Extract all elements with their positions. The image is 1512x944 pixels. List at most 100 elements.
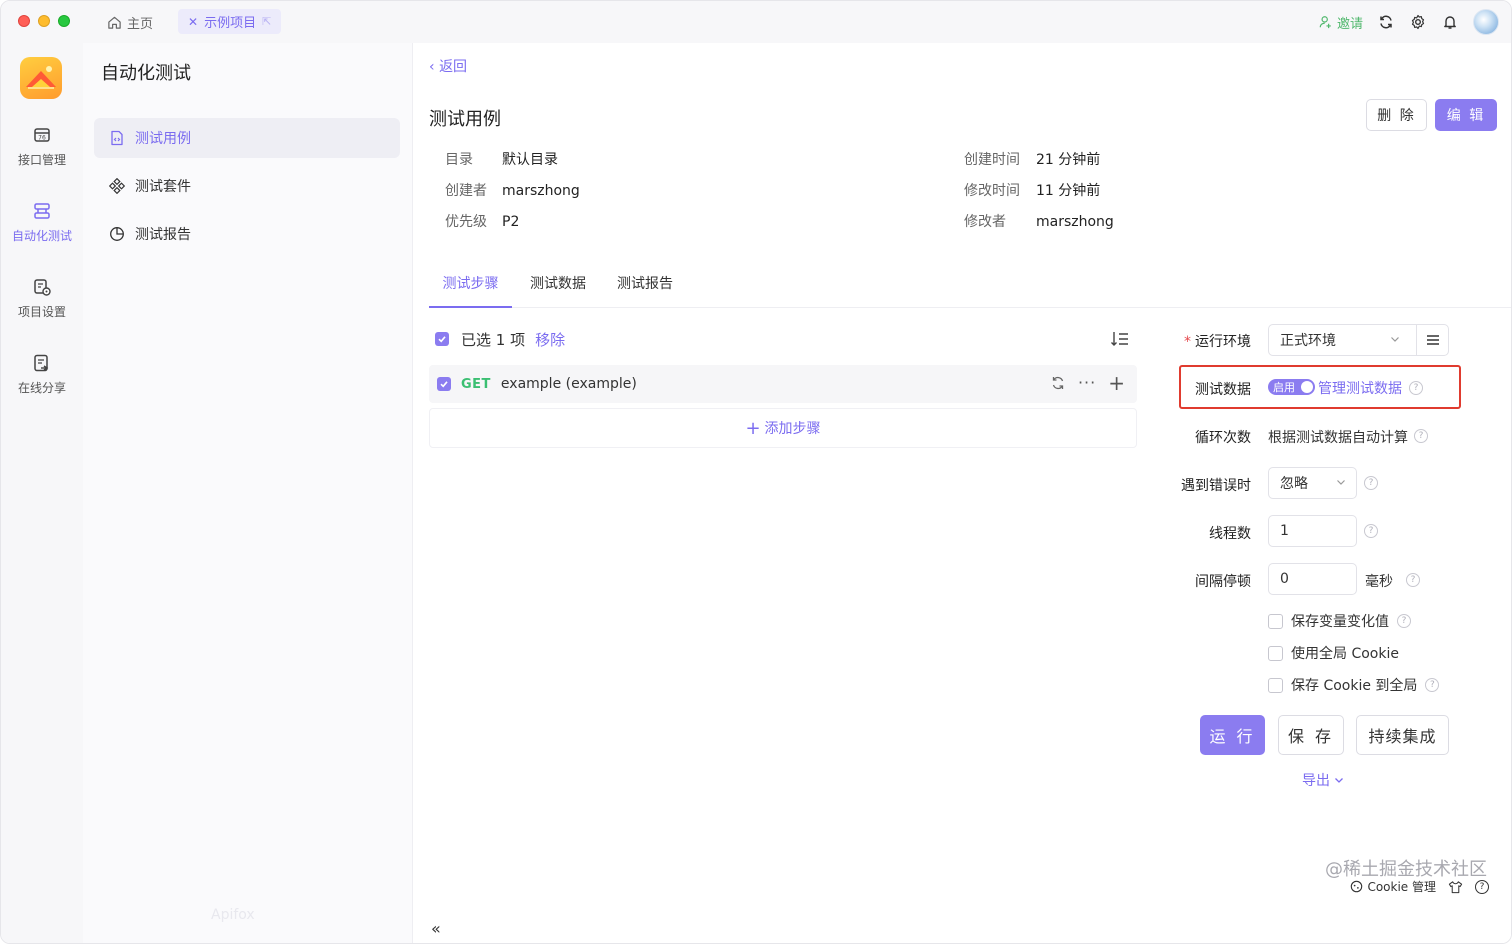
manage-test-data-link[interactable]: 管理测试数据 [1318, 378, 1402, 398]
on-error-label: 遇到错误时 [1181, 478, 1251, 494]
rail-item-api[interactable]: 76 接口管理 [1, 125, 83, 168]
step-name: example (example) [500, 376, 637, 392]
save-cookie-global-option[interactable]: 保存 Cookie 到全局 ? [1268, 675, 1440, 695]
tab-project-label: 示例项目 [204, 16, 257, 31]
rail-item-project-settings[interactable]: 项目设置 [1, 277, 83, 320]
home-icon [108, 16, 121, 29]
test-data-label: 测试数据 [1195, 382, 1251, 398]
tab-home[interactable]: 主页 [107, 10, 153, 34]
rail-item-label: 项目设置 [17, 305, 66, 319]
run-button[interactable]: 运 行 [1200, 715, 1265, 755]
title-bar: 主页 ✕ 示例项目 ⇱ 邀请 [1, 1, 1511, 43]
menu-icon [1426, 335, 1439, 345]
meta-priority: 优先级 P2 [445, 211, 519, 231]
meta-modified-time: 修改时间 11 分钟前 [964, 180, 1100, 200]
chevron-down-icon [1335, 778, 1343, 783]
share-icon [34, 354, 49, 372]
meta-key: 创建时间 [964, 152, 1020, 168]
help-circle-icon[interactable]: ? [1475, 879, 1489, 894]
toggle-label: 启用 [1273, 381, 1295, 394]
invite-button[interactable]: 邀请 [1319, 13, 1363, 32]
rail-item-label: 在线分享 [17, 381, 66, 395]
sidebar-item-test-reports[interactable]: 测试报告 [94, 214, 400, 254]
meta-key: 优先级 [445, 214, 487, 230]
select-all-checkbox[interactable] [435, 332, 449, 346]
remove-selected-link[interactable]: 移除 [535, 329, 565, 350]
env-manage-button[interactable] [1416, 324, 1448, 356]
rail-item-label: 接口管理 [17, 153, 66, 167]
save-var-changes-checkbox[interactable] [1268, 613, 1283, 629]
link-sync-icon[interactable] [1050, 375, 1066, 391]
interval-input[interactable]: 0 [1268, 563, 1357, 595]
option-label: 保存变量变化值 [1291, 614, 1389, 630]
close-window-button[interactable] [18, 15, 30, 27]
tab-project[interactable]: ✕ 示例项目 ⇱ [178, 9, 282, 34]
back-link[interactable]: ‹ 返回 [429, 56, 467, 76]
sidebar-faint-brand: Apifox [211, 907, 255, 923]
step-checkbox[interactable] [437, 377, 451, 391]
ci-button[interactable]: 持续集成 [1356, 715, 1449, 755]
interval-label: 间隔停顿 [1195, 574, 1251, 590]
add-step-button[interactable]: + 添加步骤 [429, 408, 1137, 448]
back-label: 返回 [439, 59, 468, 75]
meta-key: 修改时间 [964, 183, 1020, 199]
help-icon[interactable]: ? [1406, 573, 1420, 587]
rail-item-label: 自动化测试 [11, 229, 72, 243]
meta-value: P2 [502, 214, 520, 230]
plus-icon: + [745, 417, 761, 439]
close-tab-icon[interactable]: ✕ [188, 15, 198, 29]
help-icon[interactable]: ? [1364, 476, 1378, 490]
save-cookie-global-checkbox[interactable] [1268, 677, 1283, 693]
case-tabs: 测试步骤 测试数据 测试报告 [429, 266, 1511, 308]
rail-item-automation[interactable]: 自动化测试 [1, 201, 83, 244]
test-step-row[interactable]: GET example (example) ··· + [429, 365, 1137, 403]
add-user-icon [1319, 16, 1331, 29]
user-avatar[interactable] [1473, 9, 1499, 35]
tab-test-report[interactable]: 测试报告 [615, 266, 675, 308]
help-icon[interactable]: ? [1414, 429, 1428, 443]
more-icon[interactable]: ··· [1078, 375, 1096, 391]
bell-icon[interactable] [1441, 13, 1459, 31]
external-link-icon[interactable]: ⇱ [262, 15, 271, 28]
test-data-toggle[interactable]: 启用 [1268, 379, 1315, 395]
sidebar-item-test-suites[interactable]: 测试套件 [94, 166, 400, 206]
page-title: 测试用例 [429, 109, 501, 130]
maximize-window-button[interactable] [58, 15, 70, 27]
help-icon[interactable]: ? [1397, 614, 1411, 628]
on-error-select[interactable]: 忽略 [1268, 467, 1357, 499]
edit-button[interactable]: 编 辑 [1435, 99, 1497, 131]
use-global-cookie-option[interactable]: 使用全局 Cookie [1268, 643, 1399, 663]
rail-item-share[interactable]: 在线分享 [1, 353, 83, 396]
minimize-window-button[interactable] [38, 15, 50, 27]
automation-sidebar: 自动化测试 测试用例 测试套件 测试报告 Apifox [83, 43, 413, 943]
chevron-down-icon [1337, 480, 1345, 485]
sidebar-item-test-cases[interactable]: 测试用例 [94, 118, 400, 158]
cookie-manager-button[interactable]: Cookie 管理 [1350, 878, 1436, 895]
threads-input[interactable]: 1 [1268, 515, 1357, 547]
save-button[interactable]: 保 存 [1278, 715, 1344, 755]
settings-gear-icon[interactable] [1409, 13, 1427, 31]
sidebar-item-label: 测试用例 [135, 131, 191, 147]
export-dropdown[interactable]: 导出 [1302, 770, 1344, 790]
tab-test-steps[interactable]: 测试步骤 [429, 266, 512, 308]
help-icon[interactable]: ? [1425, 678, 1440, 692]
use-global-cookie-checkbox[interactable] [1268, 645, 1283, 661]
tab-test-data[interactable]: 测试数据 [528, 266, 588, 308]
shirt-icon[interactable] [1448, 880, 1463, 894]
help-icon[interactable]: ? [1409, 381, 1423, 395]
sidebar-title: 自动化测试 [101, 63, 191, 84]
loop-value: 根据测试数据自动计算 [1268, 430, 1408, 446]
selection-count: 已选 1 项 [461, 330, 526, 349]
meta-value: marszhong [1036, 214, 1114, 230]
delete-button[interactable]: 删 除 [1366, 99, 1427, 131]
footer-actions: Cookie 管理 ? [1350, 878, 1489, 895]
help-icon[interactable]: ? [1364, 524, 1378, 538]
tab-home-label: 主页 [127, 16, 154, 32]
sync-icon[interactable] [1377, 13, 1395, 31]
module-rail: 76 接口管理 自动化测试 项目设置 在线分享 [1, 43, 83, 943]
save-var-changes-option[interactable]: 保存变量变化值 ? [1268, 611, 1411, 631]
add-icon[interactable]: + [1108, 373, 1125, 393]
sort-icon[interactable] [1110, 330, 1130, 348]
collapse-sidebar-icon[interactable]: « [431, 919, 441, 938]
env-select[interactable]: 正式环境 [1268, 324, 1449, 356]
